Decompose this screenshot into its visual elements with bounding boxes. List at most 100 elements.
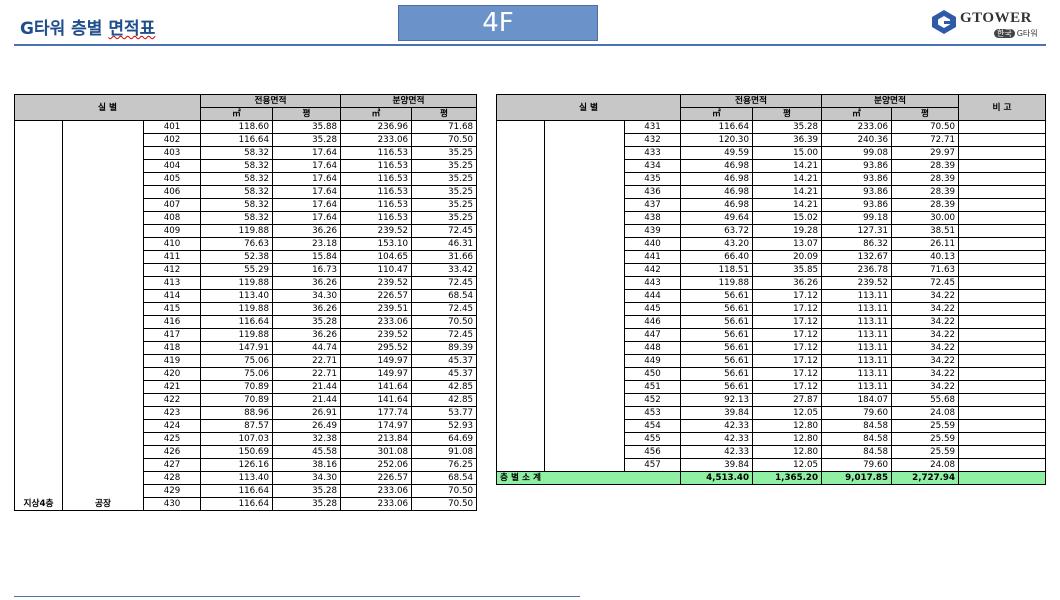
area-value-cell: 42.85	[411, 393, 478, 407]
room-number-cell: 433	[624, 146, 681, 160]
area-value-cell: 72.45	[411, 328, 478, 342]
area-value-cell: 36.26	[751, 276, 823, 290]
area-value-cell: 71.63	[891, 263, 960, 277]
area-value-cell: 132.67	[821, 250, 893, 264]
room-number-cell: 416	[143, 315, 201, 329]
area-value-cell: 93.86	[821, 172, 893, 186]
area-value-cell: 17.12	[751, 315, 823, 329]
area-value-cell: 34.22	[891, 354, 960, 368]
area-value-cell: 58.32	[200, 159, 273, 173]
area-value-cell: 17.12	[751, 328, 823, 342]
area-value-cell: 118.51	[680, 263, 753, 277]
area-value-cell: 93.86	[821, 159, 893, 173]
area-value-cell: 34.22	[891, 315, 960, 329]
remark-header: 비 고	[958, 94, 1047, 121]
room-number-cell: 407	[143, 198, 201, 212]
pyeong-header: 평	[751, 107, 823, 121]
area-value-cell: 35.28	[271, 484, 342, 498]
area-value-cell: 36.26	[271, 224, 342, 238]
area-value-cell: 36.39	[751, 133, 823, 147]
area-value-cell: 116.53	[340, 211, 413, 225]
room-number-cell: 438	[624, 211, 681, 225]
area-value-cell: 233.06	[340, 315, 413, 329]
remark-cell	[958, 289, 1047, 303]
floor-badge: 4F	[398, 5, 598, 41]
remark-cell	[958, 198, 1047, 212]
area-value-cell: 14.21	[751, 159, 823, 173]
area-value-cell: 26.49	[271, 419, 342, 433]
area-value-cell: 46.98	[680, 172, 753, 186]
area-value-cell: 177.74	[340, 406, 413, 420]
area-value-cell: 58.32	[200, 185, 273, 199]
remark-cell	[958, 393, 1047, 407]
area-value-cell: 35.25	[411, 185, 478, 199]
area-value-cell: 149.97	[340, 367, 413, 381]
area-value-cell: 55.68	[891, 393, 960, 407]
area-value-cell: 113.11	[821, 315, 893, 329]
room-number-cell: 409	[143, 224, 201, 238]
area-value-cell: 184.07	[821, 393, 893, 407]
area-value-cell: 252.06	[340, 458, 413, 472]
room-number-cell: 434	[624, 159, 681, 173]
area-value-cell: 34.22	[891, 367, 960, 381]
room-number-cell: 402	[143, 133, 201, 147]
area-value-cell: 116.64	[680, 120, 753, 134]
area-value-cell: 17.64	[271, 172, 342, 186]
remark-cell	[958, 354, 1047, 368]
area-value-cell: 76.25	[411, 458, 478, 472]
area-value-cell: 17.64	[271, 185, 342, 199]
room-number-cell: 445	[624, 302, 681, 316]
room-number-cell: 415	[143, 302, 201, 316]
room-number-cell: 422	[143, 393, 201, 407]
remark-cell	[958, 445, 1047, 459]
room-number-cell: 446	[624, 315, 681, 329]
area-value-cell: 239.52	[821, 276, 893, 290]
area-value-cell: 16.73	[271, 263, 342, 277]
area-value-cell: 226.57	[340, 289, 413, 303]
area-value-cell: 86.32	[821, 237, 893, 251]
area-value-cell: 91.08	[411, 445, 478, 459]
area-value-cell: 226.57	[340, 471, 413, 485]
area-value-cell: 84.58	[821, 445, 893, 459]
area-value-cell: 75.06	[200, 354, 273, 368]
area-value-cell: 27.87	[751, 393, 823, 407]
area-value-cell: 141.64	[340, 380, 413, 394]
area-value-cell: 295.52	[340, 341, 413, 355]
room-number-cell: 449	[624, 354, 681, 368]
room-number-cell: 451	[624, 380, 681, 394]
room-number-cell: 441	[624, 250, 681, 264]
exclusive-area-header: 전용면적	[199, 94, 342, 108]
area-value-cell: 120.30	[680, 133, 753, 147]
area-value-cell: 113.11	[821, 354, 893, 368]
subtotal-value-cell: 2,727.94	[891, 471, 960, 485]
area-value-cell: 39.84	[680, 406, 753, 420]
area-value-cell: 72.45	[411, 224, 478, 238]
area-value-cell: 118.60	[200, 120, 273, 134]
area-value-cell: 42.33	[680, 419, 753, 433]
subtotal-remark-cell	[958, 471, 1047, 485]
room-number-cell: 425	[143, 432, 201, 446]
room-header: 실 별	[496, 94, 681, 121]
area-value-cell: 70.50	[411, 133, 478, 147]
table-row: 지상4층 공장 401 118.60 35.88 236.96 71.68	[14, 120, 478, 511]
area-value-cell: 127.31	[821, 224, 893, 238]
remark-cell	[958, 263, 1047, 277]
area-value-cell: 36.26	[271, 302, 342, 316]
room-header: 실 별	[14, 94, 201, 121]
area-value-cell: 20.09	[751, 250, 823, 264]
area-value-cell: 15.00	[751, 146, 823, 160]
area-value-cell: 35.28	[271, 315, 342, 329]
area-value-cell: 26.11	[891, 237, 960, 251]
remark-cell	[958, 458, 1047, 472]
area-value-cell: 58.32	[200, 146, 273, 160]
room-number-cell: 420	[143, 367, 201, 381]
subtotal-label: 층 별 소 계	[496, 471, 681, 485]
remark-cell	[958, 120, 1047, 134]
room-number-cell: 413	[143, 276, 201, 290]
area-value-cell: 240.36	[821, 133, 893, 147]
area-value-cell: 46.98	[680, 198, 753, 212]
area-value-cell: 119.88	[200, 276, 273, 290]
area-value-cell: 39.84	[680, 458, 753, 472]
area-value-cell: 55.29	[200, 263, 273, 277]
area-value-cell: 35.25	[411, 211, 478, 225]
